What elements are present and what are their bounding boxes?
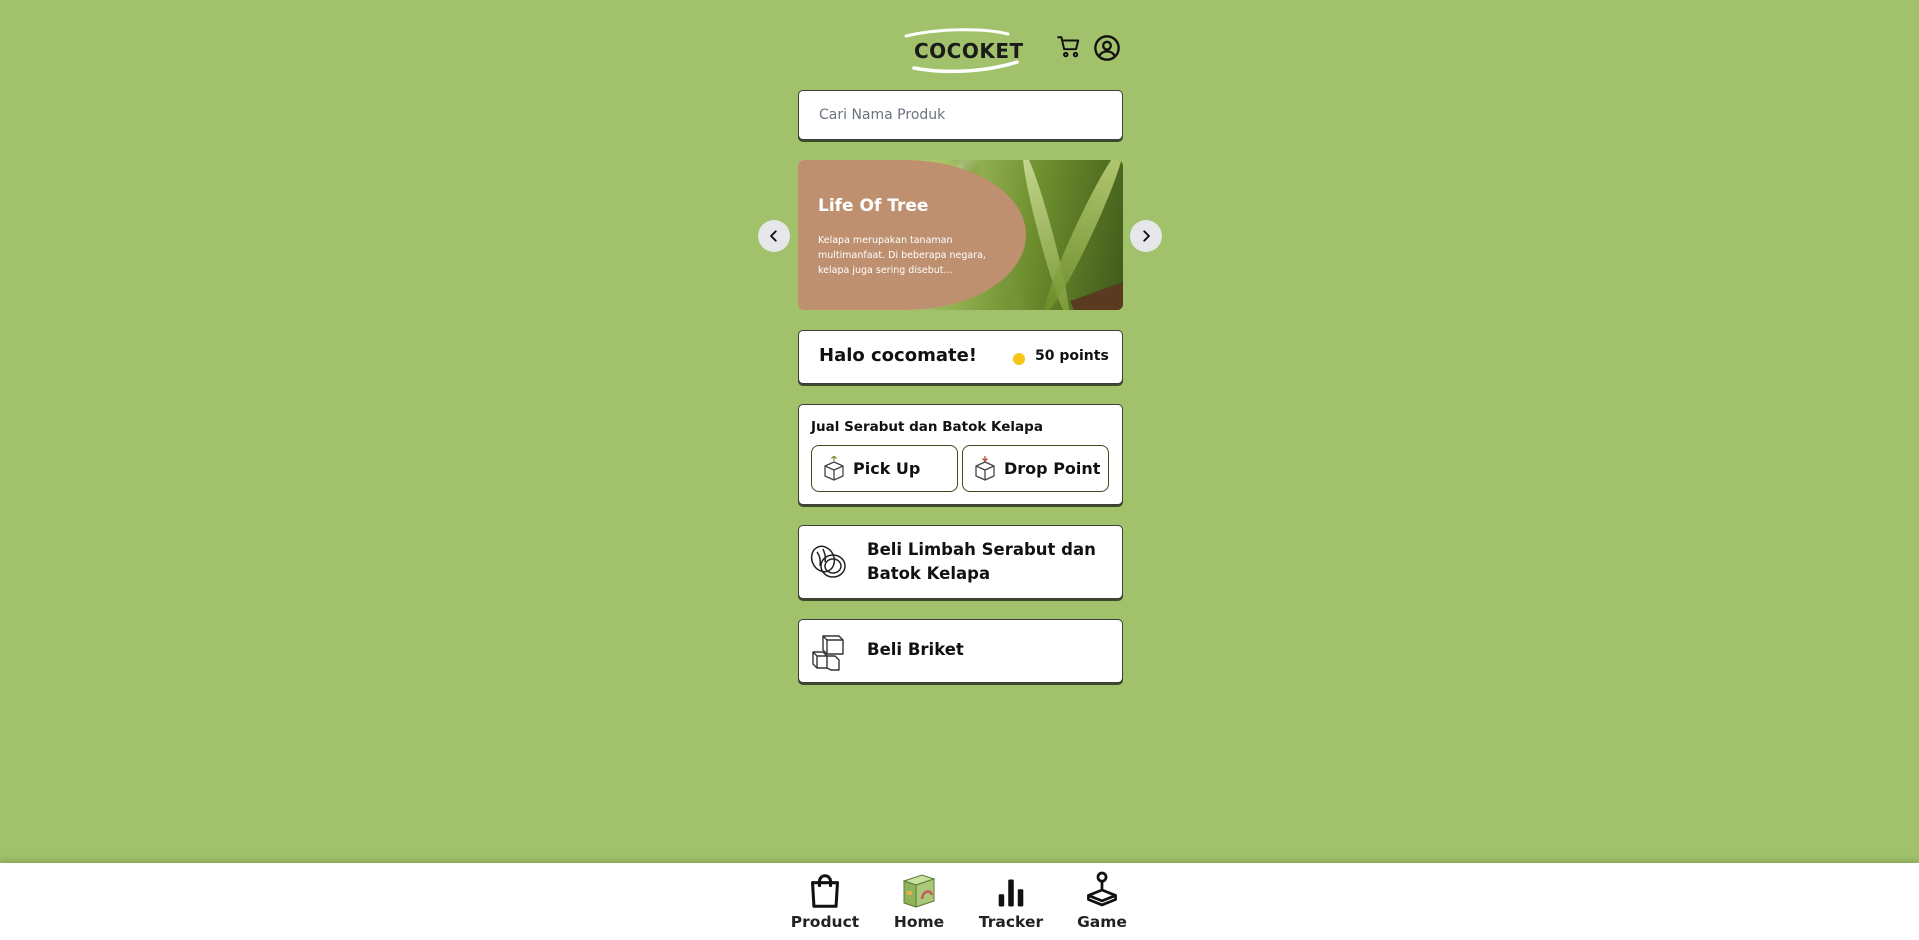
joystick-icon [1087, 871, 1117, 907]
pick-up-label: Pick Up [853, 459, 921, 478]
bar-chart-icon [998, 879, 1024, 907]
sell-card: Jual Serabut dan Batok Kelapa Pick Up Dr… [798, 404, 1123, 505]
cart-icon[interactable] [1056, 34, 1086, 64]
drop-point-button[interactable]: Drop Point [962, 445, 1109, 492]
nav-item-game[interactable]: Game [1062, 871, 1142, 931]
nav-label-tracker: Tracker [978, 913, 1044, 931]
coconut-icon [810, 545, 846, 578]
greeting-card: Halo cocomate! 50 points [798, 330, 1123, 384]
cocoket-logo[interactable]: COCOKET [900, 28, 1023, 74]
greeting-text: Halo cocomate! [819, 345, 978, 366]
bottom-navigation: Product Home Tracker Game [0, 863, 1919, 940]
nav-label-home: Home [893, 913, 945, 931]
chevron-right-icon [1143, 230, 1150, 242]
nav-item-home[interactable]: Home [879, 871, 959, 931]
home-box-icon [902, 874, 936, 908]
search-input[interactable] [799, 91, 1122, 139]
pick-up-button[interactable]: Pick Up [811, 445, 958, 492]
carousel-prev-button[interactable] [758, 220, 790, 252]
box-drop-icon [975, 456, 995, 481]
box-pickup-icon [824, 456, 844, 481]
nav-label-game: Game [1077, 913, 1127, 931]
buy-waste-card[interactable]: Beli Limbah Serabut dan Batok Kelapa [798, 525, 1123, 599]
user-account-icon[interactable] [1093, 34, 1123, 64]
briquette-icon [812, 635, 844, 671]
carousel-slide[interactable]: Life Of Tree Kelapa merupakan tanaman mu… [798, 160, 1123, 310]
carousel-title: Life Of Tree [818, 196, 929, 216]
buy-briquette-card[interactable]: Beli Briket [798, 619, 1123, 683]
points-value: 50 points [1035, 348, 1109, 364]
carousel-next-button[interactable] [1130, 220, 1162, 252]
coin-icon [1013, 353, 1025, 365]
carousel-description: Kelapa merupakan tanaman multimanfaat. D… [818, 235, 986, 276]
sell-title: Jual Serabut dan Batok Kelapa [811, 419, 1043, 435]
shopping-bag-icon [811, 874, 839, 908]
buy-briquette-label: Beli Briket [867, 640, 964, 659]
drop-point-label: Drop Point [1004, 459, 1101, 478]
logo-text: COCOKET [914, 39, 1024, 63]
nav-label-product: Product [790, 913, 860, 931]
search-bar[interactable] [798, 90, 1123, 140]
nav-item-tracker[interactable]: Tracker [971, 871, 1051, 931]
nav-item-product[interactable]: Product [785, 871, 865, 931]
chevron-left-icon [770, 230, 777, 242]
buy-waste-label: Beli Limbah Serabut dan Batok Kelapa [867, 540, 1096, 583]
